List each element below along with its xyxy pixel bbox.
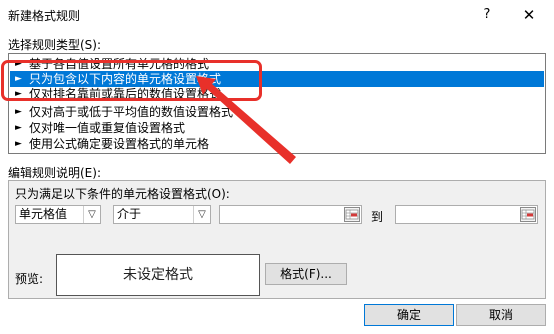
help-button[interactable]: ? (476, 5, 498, 25)
rule-type-item-label: 仅对排名靠前或靠后的数值设置格式 (29, 87, 222, 101)
rule-type-item-cell-contains[interactable]: ► 只为包含以下内容的单元格设置格式 (10, 71, 544, 87)
format-button[interactable]: 格式(F)... (265, 263, 347, 285)
field-select[interactable]: 单元格值 ▽ (15, 205, 101, 224)
from-value-input[interactable] (219, 205, 362, 224)
rule-type-label: 选择规则类型(S): (8, 38, 102, 52)
ok-button[interactable]: 确定 (364, 304, 454, 326)
field-select-value: 单元格值 (19, 207, 68, 221)
bullet-arrow-icon: ► (15, 74, 22, 84)
range-selector-icon[interactable] (344, 207, 360, 222)
rule-description-panel: 只为满足以下条件的单元格设置格式(O): 单元格值 ▽ 介于 ▽ 到 预览: 未… (8, 180, 546, 299)
rule-description-label: 编辑规则说明(E): (8, 166, 101, 180)
bullet-arrow-icon: ► (15, 59, 22, 69)
preview-sample: 未设定格式 (56, 254, 260, 296)
bullet-arrow-icon: ► (15, 107, 22, 117)
cancel-button[interactable]: 取消 (456, 304, 546, 326)
rule-type-item-label: 使用公式确定要设置格式的单元格 (29, 137, 210, 151)
chevron-down-icon: ▽ (193, 206, 210, 223)
preview-label: 预览: (15, 272, 44, 286)
rule-type-item-top-bottom[interactable]: ► 仅对排名靠前或靠后的数值设置格式 (10, 86, 544, 102)
bullet-arrow-icon: ► (15, 123, 22, 133)
rule-type-item-label: 仅对唯一值或重复值设置格式 (29, 121, 186, 135)
bullet-arrow-icon: ► (15, 89, 22, 99)
rule-type-item-each-value[interactable]: ► 基于各自值设置所有单元格的格式 (10, 56, 544, 72)
bullet-arrow-icon: ► (15, 139, 22, 149)
rule-type-item-above-below-average[interactable]: ► 仅对高于或低于平均值的数值设置格式 (10, 104, 544, 120)
close-button[interactable]: ✕ (518, 5, 540, 25)
rule-type-item-label: 只为包含以下内容的单元格设置格式 (29, 72, 222, 86)
rule-type-item-label: 仅对高于或低于平均值的数值设置格式 (29, 105, 234, 119)
rule-type-item-label: 基于各自值设置所有单元格的格式 (29, 57, 210, 71)
to-label: 到 (371, 210, 384, 224)
range-selector-icon[interactable] (520, 207, 536, 222)
rule-type-item-formula[interactable]: ► 使用公式确定要设置格式的单元格 (10, 136, 544, 152)
operator-select[interactable]: 介于 ▽ (113, 205, 211, 224)
dialog-title: 新建格式规则 (8, 9, 81, 23)
chevron-down-icon: ▽ (83, 206, 100, 223)
rule-type-list[interactable]: ► 基于各自值设置所有单元格的格式 ► 只为包含以下内容的单元格设置格式 ► 仅对排名… (8, 53, 546, 154)
rule-type-item-unique-duplicate[interactable]: ► 仅对唯一值或重复值设置格式 (10, 120, 544, 136)
operator-select-value: 介于 (117, 207, 142, 221)
title-bar: 新建格式规则 ? ✕ (0, 0, 554, 30)
condition-label: 只为满足以下条件的单元格设置格式(O): (15, 187, 230, 201)
to-value-input[interactable] (395, 205, 538, 224)
